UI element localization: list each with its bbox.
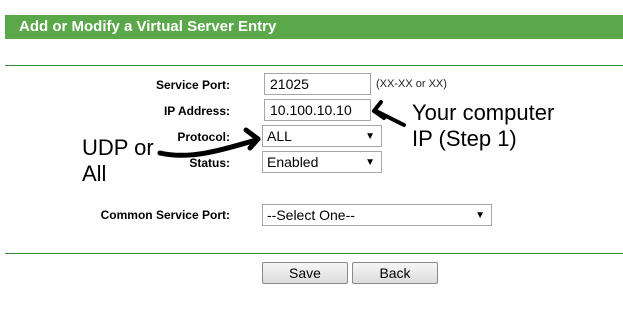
- handdrawn-arrows: [157, 100, 406, 158]
- protocol-arrow-icon: [157, 127, 261, 158]
- ip-arrow-icon: [372, 100, 406, 127]
